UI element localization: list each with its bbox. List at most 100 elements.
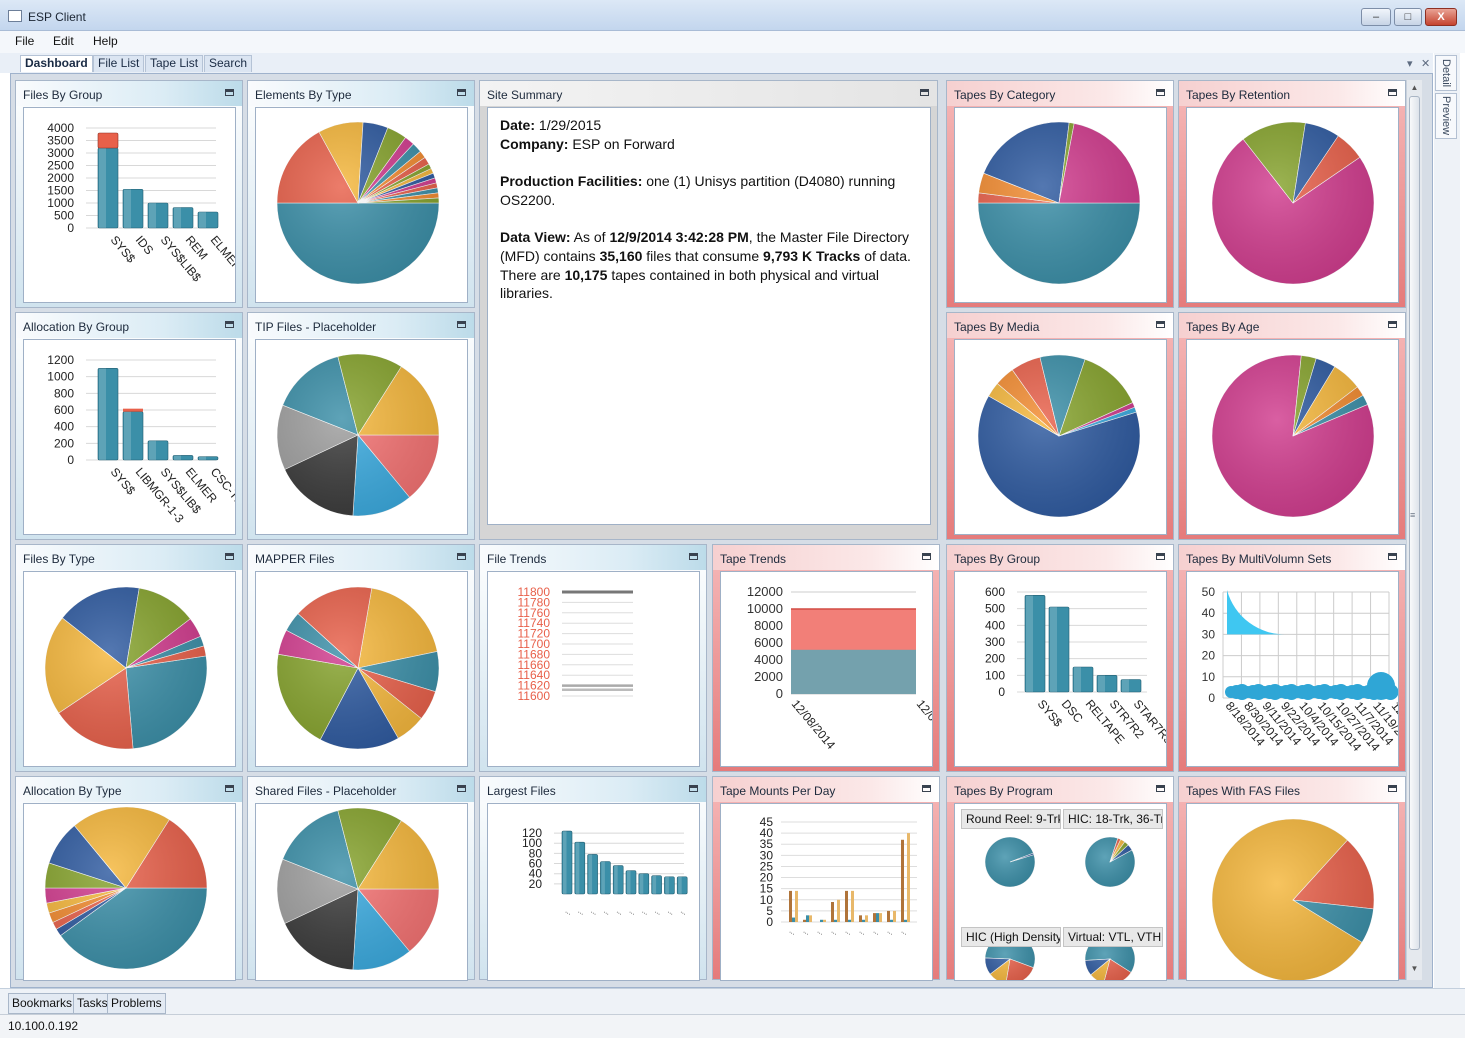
program-label: HIC: 18-Trk, 36-Tr: [1063, 809, 1163, 829]
dock-tab-preview[interactable]: Preview: [1435, 93, 1457, 139]
chart-svg: [1211, 818, 1375, 980]
category-label: ...: [858, 928, 867, 937]
panel-title: File Trends: [480, 545, 706, 570]
panel-minimize-icon[interactable]: [1388, 321, 1397, 328]
bar-highlight: [124, 189, 131, 228]
chart-area: [954, 339, 1167, 535]
panel-title: Tapes By MultiVolumn Sets: [1179, 545, 1405, 570]
bar: [792, 917, 795, 922]
tab-dropdown-icon[interactable]: ▾: [1407, 57, 1413, 70]
bar-highlight: [678, 876, 682, 894]
menu-help[interactable]: Help: [93, 34, 118, 48]
close-button[interactable]: X: [1425, 8, 1457, 26]
tick-label: 0: [1208, 691, 1215, 705]
panel-minimize-icon[interactable]: [225, 89, 234, 96]
panel-file-trends: File Trends 11600 11620 11640 11660 11680 1170…: [479, 544, 707, 772]
panel-minimize-icon[interactable]: [922, 553, 931, 560]
panel-minimize-icon[interactable]: [457, 321, 466, 328]
bar-segment: [123, 408, 143, 412]
category-label: ...: [830, 928, 839, 937]
panel-minimize-icon[interactable]: [1156, 321, 1165, 328]
chart-svg: [1211, 121, 1375, 285]
panel-minimize-icon[interactable]: [1388, 89, 1397, 96]
panel-title: Largest Files: [480, 777, 706, 802]
chart-svg: [276, 121, 440, 285]
tick-label: 400: [985, 618, 1005, 632]
tick-label: 10000: [747, 601, 783, 616]
dashboard-scrollbar[interactable]: ▲ ≡ ▼: [1406, 80, 1422, 980]
bar: [907, 833, 910, 922]
tab-close-icon[interactable]: ✕: [1421, 57, 1430, 70]
panel-minimize-icon[interactable]: [225, 785, 234, 792]
date-label: Date:: [500, 117, 536, 133]
panel-minimize-icon[interactable]: [1156, 89, 1165, 96]
tick-label: 0: [776, 686, 783, 701]
tick-label: 3000: [47, 146, 74, 160]
chart-area: [1186, 107, 1399, 303]
tick-label: 8000: [754, 618, 783, 633]
scroll-up-icon[interactable]: ▲: [1409, 83, 1420, 94]
bar: [879, 913, 882, 922]
tab-tape-list[interactable]: Tape List: [145, 55, 204, 72]
tab-bookmarks[interactable]: Bookmarks: [8, 993, 77, 1014]
chart-svg: [984, 836, 1136, 980]
category-label: ...: [628, 908, 637, 917]
panel-minimize-icon[interactable]: [457, 553, 466, 560]
panel-minimize-icon[interactable]: [457, 89, 466, 96]
dock-tab-detail[interactable]: Detail: [1435, 55, 1457, 91]
tab-dashboard[interactable]: Dashboard: [20, 55, 93, 72]
scroll-down-icon[interactable]: ▼: [1409, 964, 1420, 975]
panel-title: Elements By Type: [248, 81, 474, 106]
chart-svg: [44, 586, 208, 750]
pie-shade: [45, 587, 207, 749]
panel-tip-files: TIP Files - Placeholder: [247, 312, 475, 540]
panel-minimize-icon[interactable]: [689, 785, 698, 792]
company-value: ESP on Forward: [572, 135, 675, 152]
panel-title: Files By Group: [16, 81, 242, 106]
site-summary-body: Date: 1/29/2015 Company: ESP on Forward P…: [487, 107, 931, 525]
tab-search[interactable]: Search: [204, 55, 253, 72]
panel-minimize-icon[interactable]: [1156, 785, 1165, 792]
category-label: ...: [872, 928, 881, 937]
panel-minimize-icon[interactable]: [225, 321, 234, 328]
panel-title: Tapes By Group: [947, 545, 1173, 570]
category-label: 12/09/2014: [914, 697, 932, 752]
minimize-button[interactable]: –: [1361, 8, 1391, 26]
category-label: ...: [844, 928, 853, 937]
tick-label: 0: [67, 453, 74, 467]
bar: [887, 910, 890, 922]
tab-strip: Dashboard File List Tape List Search: [0, 53, 1433, 73]
panel-minimize-icon[interactable]: [225, 553, 234, 560]
panel-minimize-icon[interactable]: [457, 785, 466, 792]
title-bar: ESP Client – □ X: [0, 0, 1465, 31]
panel-minimize-icon[interactable]: [689, 553, 698, 560]
menu-edit[interactable]: Edit: [53, 34, 74, 48]
category-label: ...: [654, 908, 663, 917]
panel-tapes-with-fas-files: Tapes With FAS Files: [1178, 776, 1406, 981]
maximize-button[interactable]: □: [1394, 8, 1422, 26]
panel-minimize-icon[interactable]: [1388, 553, 1397, 560]
panel-minimize-icon[interactable]: [922, 785, 931, 792]
tab-problems[interactable]: Problems: [107, 993, 166, 1014]
panel-title: Tape Mounts Per Day: [713, 777, 939, 802]
bar: [831, 902, 834, 922]
tab-file-list[interactable]: File List: [93, 55, 145, 72]
data-view-timestamp: 12/9/2014 3:42:28 PM: [609, 229, 749, 246]
tick-label: 2000: [754, 669, 783, 684]
pie-shade: [277, 122, 439, 284]
bar-highlight: [1122, 679, 1129, 692]
menu-file[interactable]: File: [15, 34, 34, 48]
scroll-thumb[interactable]: [1409, 96, 1420, 950]
panel-mapper-files: MAPPER Files: [247, 544, 475, 772]
panel-minimize-icon[interactable]: [1156, 553, 1165, 560]
chart-area: 11600 11620 11640 11660 11680 11700 11720 11740…: [487, 571, 700, 767]
category-label: SYS$: [108, 465, 139, 498]
bar: [876, 913, 879, 922]
tick-label: 10: [1202, 670, 1216, 684]
panel-title: Tapes By Category: [947, 81, 1173, 106]
tab-tasks[interactable]: Tasks: [73, 993, 112, 1014]
panel-minimize-icon[interactable]: [920, 89, 929, 96]
panel-minimize-icon[interactable]: [1388, 785, 1397, 792]
bar: [795, 890, 798, 922]
panel-title: Allocation By Type: [16, 777, 242, 802]
